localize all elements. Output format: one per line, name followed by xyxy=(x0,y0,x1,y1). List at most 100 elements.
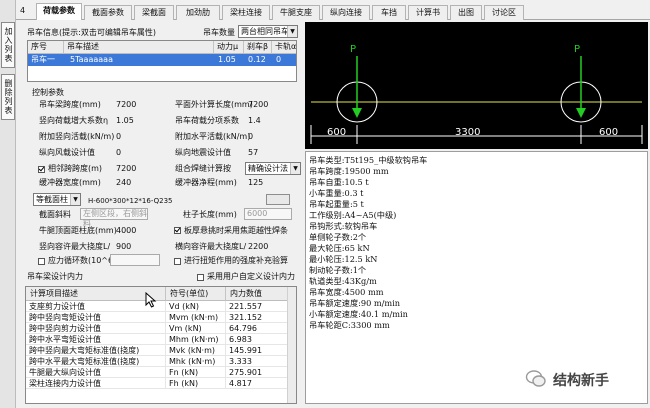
tab-longitudinal[interactable]: 纵向连接 xyxy=(322,5,370,20)
dim-right-label: 600 xyxy=(599,127,618,138)
vert-deflection-value[interactable]: 900 xyxy=(116,242,131,252)
weld-method-value: 精确设计法 xyxy=(248,164,288,173)
wind-value[interactable]: 0 xyxy=(116,148,121,158)
amplify-value[interactable]: 1.05 xyxy=(116,116,134,126)
bracket-height-value[interactable]: 4000 xyxy=(116,226,136,236)
crane-row-selected[interactable]: 吊车一 5Taaaaaaa 1.05 0.12 0 xyxy=(28,54,296,66)
adjacent-span-value[interactable]: 7200 xyxy=(116,164,136,174)
tab-stiffener[interactable]: 加劲肋 xyxy=(176,5,220,20)
row-value[interactable]: 64.796 xyxy=(226,323,288,334)
tab-discussion[interactable]: 讨论区 xyxy=(484,5,524,20)
crane-count-label: 吊车数量 xyxy=(203,28,235,37)
tab-calc-report[interactable]: 计算书 xyxy=(408,5,448,20)
tab-section-params[interactable]: 截面参数 xyxy=(84,5,132,20)
seismic-value[interactable]: 57 xyxy=(248,148,258,158)
bracket-height-label: 牛腿顶面距柱底(mm) xyxy=(39,226,117,235)
buffer-width-value[interactable]: 240 xyxy=(116,178,131,188)
section-type-select[interactable]: 等截面柱 ▼ xyxy=(33,193,81,206)
right-load-label: P xyxy=(574,44,580,55)
extra-vertical-label: 附加竖向活载(kN/m) xyxy=(39,132,115,141)
crane-col-rail: 卡轨α xyxy=(272,41,296,54)
extra-vertical-value[interactable]: 0 xyxy=(116,132,121,142)
plate-weld-label: 板厚悬挑时采用焦距越性焊条 xyxy=(184,226,288,235)
left-arrow-head-icon xyxy=(352,108,362,118)
table-scrollbar[interactable] xyxy=(287,287,296,403)
out-plane-value[interactable]: 7200 xyxy=(248,100,268,110)
left-side-panel: 加入列表 删除列表 xyxy=(0,0,16,408)
row-desc: 牛腿最大纵向设计值 xyxy=(26,367,166,378)
section-edit-label: 截面斜料 xyxy=(39,210,71,219)
crane-info-label: 吊车信息(提示:双击可编辑吊车属性) xyxy=(27,28,156,37)
buffer-width-label: 缓冲器宽度(mm) xyxy=(39,178,101,187)
crane-cell-rail: 0 xyxy=(276,55,282,64)
load-factor-label: 吊车荷载分项系数 xyxy=(175,116,239,125)
control-title: 控制参数 xyxy=(32,88,64,97)
crane-cell-dyn: 1.05 xyxy=(218,55,236,64)
column-length-label: 柱子长度(mm) xyxy=(183,210,237,219)
buffer-stroke-label: 缓冲器净程(mm) xyxy=(175,178,237,187)
row-desc: 跨中竖向最大弯矩标准值(挠度) xyxy=(26,345,166,356)
chevron-down-icon: ▼ xyxy=(290,163,300,174)
crane-col-brake: 刹车β xyxy=(244,41,272,54)
user-force-checkbox[interactable] xyxy=(197,274,204,281)
row-symbol: Fh (kN) xyxy=(166,378,226,389)
section-edit-input[interactable]: 左侧区段，右侧斜料 xyxy=(80,208,148,228)
span-length-value[interactable]: 7200 xyxy=(116,100,136,110)
crane-col-no: 序号 xyxy=(28,41,64,54)
row-value[interactable]: 3.333 xyxy=(226,356,288,367)
add-to-list-tab[interactable]: 加入列表 xyxy=(1,22,15,68)
force-col-symbol: 符号(单位) xyxy=(166,287,226,301)
watermark: 结构新手 xyxy=(515,368,645,390)
column-length-input[interactable]: 6000 xyxy=(244,208,292,220)
section-spec-label: H-600*300*12*16-Q235 xyxy=(88,197,173,205)
plate-weld-checkbox[interactable] xyxy=(174,227,181,234)
row-desc: 跨中水平最大弯矩标准值(挠度) xyxy=(26,356,166,367)
crane-cell-brake: 0.12 xyxy=(248,55,266,64)
extra-horizontal-label: 附加水平活载(kN/m) xyxy=(175,132,251,141)
row-value[interactable]: 4.817 xyxy=(226,378,288,389)
stress-cycles-input[interactable] xyxy=(110,254,160,266)
row-symbol: Mvm (kN·m) xyxy=(166,312,226,323)
remove-from-list-tab[interactable]: 删除列表 xyxy=(1,74,15,120)
app-window: 加入列表 删除列表 4 荷载参数 截面参数 梁截面 加劲肋 梁柱连接 牛腿支座 … xyxy=(0,0,650,408)
internal-force-title: 吊车梁设计内力 xyxy=(27,272,83,281)
crane-cell-desc: 5Taaaaaaa xyxy=(70,55,113,64)
row-value[interactable]: 145.991 xyxy=(226,345,288,356)
tab-drawing[interactable]: 出图 xyxy=(450,5,482,20)
tab-beam-section[interactable]: 梁截面 xyxy=(134,5,174,20)
weld-method-select[interactable]: 精确设计法 ▼ xyxy=(245,162,301,175)
section-type-value: 等截面柱 xyxy=(36,195,68,204)
extra-horizontal-value[interactable]: 0 xyxy=(248,132,253,142)
tab-beam-column[interactable]: 梁柱连接 xyxy=(222,5,270,20)
wechat-icon xyxy=(525,370,546,387)
row-value[interactable]: 6.983 xyxy=(226,334,288,345)
crane-count-select[interactable]: 两台相同吊车 ▼ xyxy=(238,25,298,38)
watermark-text: 结构新手 xyxy=(553,373,609,389)
row-desc: 跨中水平弯矩设计值 xyxy=(26,334,166,345)
stress-cycles-checkbox[interactable] xyxy=(38,258,45,265)
section-browse-button[interactable] xyxy=(266,194,290,205)
crane-prop-line: 工作级别:A4~A5(中级) xyxy=(309,210,397,220)
crane-col-dyn: 动力μ xyxy=(214,41,244,54)
torsion-label: 进行扭矩作用的强度补充验算 xyxy=(184,256,288,265)
chevron-down-icon: ▼ xyxy=(287,26,297,37)
adjacent-span-checkbox[interactable] xyxy=(38,166,45,173)
row-symbol: Mhm (kN·m) xyxy=(166,334,226,345)
row-value[interactable]: 221.557 xyxy=(226,301,288,312)
row-value[interactable]: 321.152 xyxy=(226,312,288,323)
tab-load-params[interactable]: 荷载参数 xyxy=(36,3,82,20)
row-value[interactable]: 275.901 xyxy=(226,367,288,378)
crane-cell-no: 吊车一 xyxy=(31,55,55,64)
crane-prop-line: 制动轮子数:1个 xyxy=(309,265,367,275)
force-col-value: 内力数值 xyxy=(226,287,288,301)
crane-prop-line: 小车额定速度:40.1 m/min xyxy=(309,309,408,319)
tab-stopper[interactable]: 车挡 xyxy=(372,5,406,20)
torsion-checkbox[interactable] xyxy=(174,258,181,265)
buffer-stroke-value[interactable]: 125 xyxy=(248,178,263,188)
load-factor-value[interactable]: 1.4 xyxy=(248,116,261,126)
crane-col-desc: 吊车描述 xyxy=(64,41,214,54)
horiz-deflection-value[interactable]: 2200 xyxy=(248,242,268,252)
row-desc: 梁柱连接内力设计值 xyxy=(26,378,166,389)
tab-bracket[interactable]: 牛腿支座 xyxy=(272,5,320,20)
weld-method-label: 组合焊缝计算按 xyxy=(175,164,231,173)
